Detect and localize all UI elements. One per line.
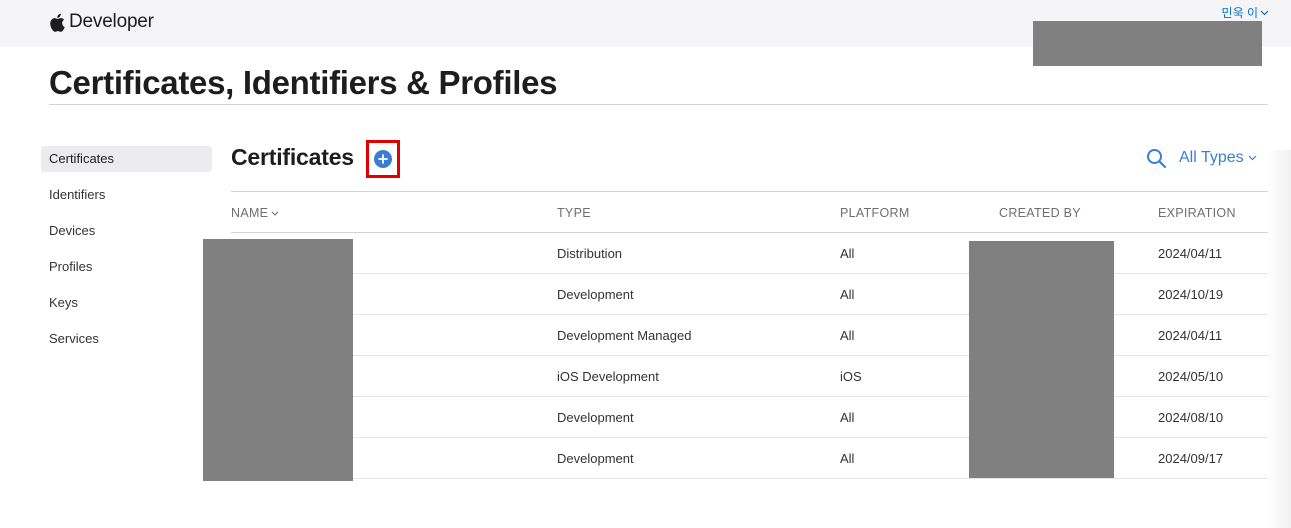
cell-expiration: 2024/05/10 — [1158, 369, 1224, 384]
panel-edge-shadow — [1268, 150, 1291, 528]
add-certificate-button[interactable] — [366, 140, 400, 178]
cell-type: Development — [557, 451, 634, 466]
cell-expiration: 2024/08/10 — [1158, 410, 1224, 425]
column-header-name[interactable]: NAME — [231, 206, 279, 220]
cell-type: Distribution — [557, 246, 623, 261]
account-menu[interactable]: 민욱 이 — [1222, 4, 1269, 21]
redacted-account-info — [1033, 21, 1262, 66]
chevron-down-icon — [1248, 155, 1257, 161]
column-header-type: TYPE — [557, 206, 591, 220]
redacted-name-column — [203, 239, 353, 481]
apple-logo-icon — [50, 13, 65, 32]
developer-logo[interactable]: Developer — [49, 10, 154, 34]
cell-type: Development — [557, 287, 634, 302]
column-header-label: NAME — [231, 206, 269, 220]
page-title: Certificates, Identifiers & Profiles — [49, 64, 558, 101]
cell-type: Development Managed — [557, 328, 692, 343]
sidebar-item-identifiers[interactable]: Identifiers — [41, 182, 212, 208]
cell-type: Development — [557, 410, 634, 425]
cell-platform: All — [840, 246, 855, 261]
cell-platform: All — [840, 451, 855, 466]
sidebar-item-profiles[interactable]: Profiles — [41, 254, 212, 280]
type-filter-dropdown[interactable]: All Types — [1179, 149, 1257, 167]
column-header-expiration: EXPIRATION — [1158, 206, 1236, 220]
cell-type: iOS Development — [557, 369, 659, 384]
sidebar-item-devices[interactable]: Devices — [41, 218, 212, 244]
section-title: Certificates — [231, 144, 354, 170]
type-filter-label: All Types — [1179, 149, 1244, 166]
cell-expiration: 2024/10/19 — [1158, 287, 1224, 302]
cell-platform: iOS — [840, 369, 862, 384]
cell-expiration: 2024/04/11 — [1158, 246, 1223, 261]
sidebar-item-keys[interactable]: Keys — [41, 290, 212, 316]
sidebar-item-services[interactable]: Services — [41, 326, 212, 352]
chevron-down-icon — [271, 211, 279, 216]
cell-platform: All — [840, 287, 855, 302]
brand-label: Developer — [69, 11, 154, 32]
title-divider — [49, 104, 1268, 105]
column-header-platform: PLATFORM — [840, 206, 910, 220]
search-icon[interactable] — [1146, 148, 1167, 169]
cell-platform: All — [840, 410, 855, 425]
cell-expiration: 2024/09/17 — [1158, 451, 1224, 466]
cell-expiration: 2024/04/11 — [1158, 328, 1223, 343]
table-header: NAME TYPE PLATFORM CREATED BY EXPIRATION — [231, 191, 1268, 233]
sidebar-item-certificates[interactable]: Certificates — [41, 146, 212, 172]
sidebar: Certificates Identifiers Devices Profile… — [41, 146, 212, 362]
chevron-down-icon — [1260, 10, 1269, 15]
account-name: 민욱 이 — [1221, 6, 1258, 20]
redacted-created-by-column — [969, 241, 1114, 478]
column-header-created-by: CREATED BY — [999, 206, 1081, 220]
plus-circle-icon — [374, 150, 392, 168]
cell-platform: All — [840, 328, 855, 343]
